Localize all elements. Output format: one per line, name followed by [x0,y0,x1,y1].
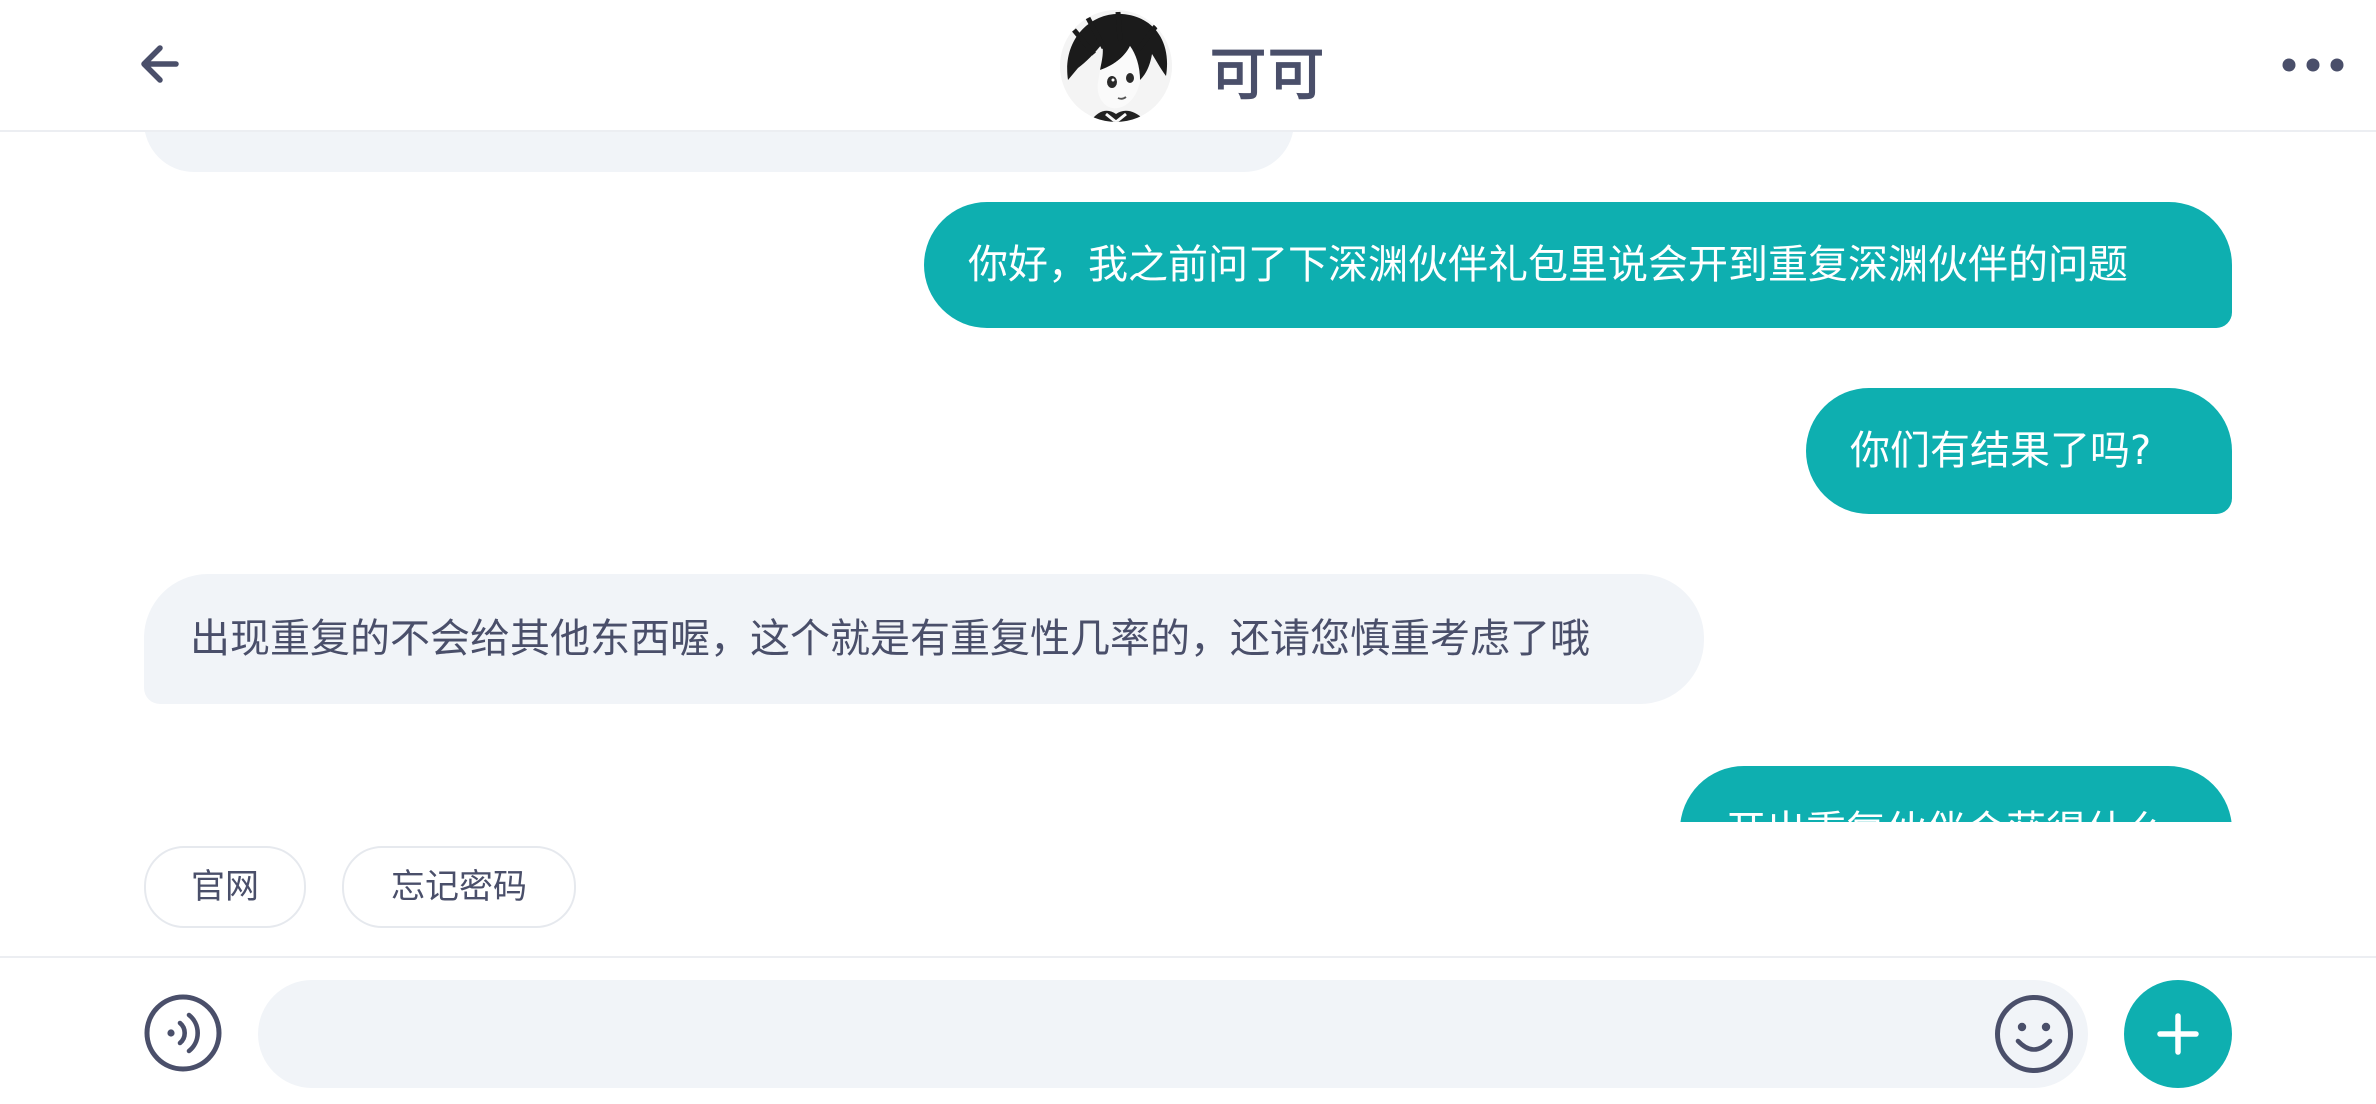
add-attachment-button[interactable] [2124,980,2232,1088]
outgoing-message[interactable]: 开出重复伙伴会获得什么 [1680,766,2232,822]
anime-avatar [1060,10,1172,122]
input-bar [0,956,2376,1104]
message-text: 开出重复伙伴会获得什么 [1726,808,2166,822]
message-input[interactable] [258,980,2088,1088]
more-horizontal-icon [2282,58,2344,72]
more-button[interactable] [2278,40,2348,90]
message-text: 你好，我之前问了下深渊伙伴礼包里说会开到重复深渊伙伴的问题 [968,242,2128,288]
quick-replies: 官网 忘记密码 [0,846,2376,928]
outgoing-message[interactable]: 你好，我之前问了下深渊伙伴礼包里说会开到重复深渊伙伴的问题 [924,202,2232,328]
contact-name: 可可 [1210,43,1326,108]
voice-button[interactable] [144,994,222,1072]
message-list[interactable]: 你好，我之前问了下深渊伙伴礼包里说会开到重复深渊伙伴的问题 你们有结果了吗? 出… [0,132,2376,822]
emoji-icon [1995,995,2073,1073]
quick-reply-official-site[interactable]: 官网 [144,846,306,928]
previous-message-bubble [144,132,1294,172]
contact-avatar[interactable] [1060,10,1172,122]
message-text: 你们有结果了吗? [1850,428,2152,474]
incoming-message[interactable]: 出现重复的不会给其他东西喔，这个就是有重复性几率的，还请您慎重考虑了哦 [144,574,1704,704]
outgoing-message[interactable]: 你们有结果了吗? [1806,388,2232,514]
chat-screen: 可可 你好，我之前问了下深渊伙伴礼包里说会开到重复深渊伙伴的问题 你们有结果了吗… [0,0,2376,1104]
voice-icon [144,994,222,1072]
emoji-button[interactable] [1994,994,2074,1074]
arrow-left-icon [141,45,179,83]
chat-header: 可可 [0,0,2376,132]
plus-icon [2157,1013,2199,1055]
quick-reply-forgot-password[interactable]: 忘记密码 [342,846,576,928]
back-button[interactable] [130,34,190,94]
message-text: 出现重复的不会给其他东西喔，这个就是有重复性几率的，还请您慎重考虑了哦 [190,616,1590,662]
